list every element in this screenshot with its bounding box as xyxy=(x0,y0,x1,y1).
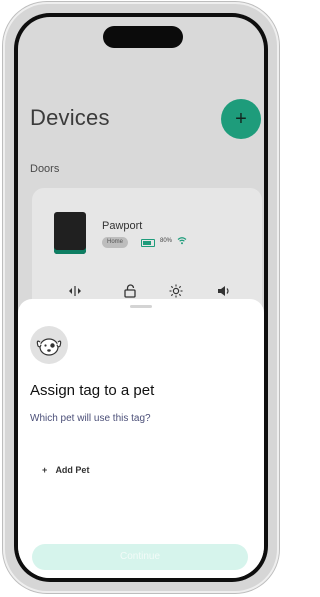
phone-screen: Devices + Doors Pawport Home 80% Assign … xyxy=(14,13,268,582)
add-pet-label: Add Pet xyxy=(55,465,90,475)
phone-frame: Devices + Doors Pawport Home 80% Assign … xyxy=(3,2,279,593)
sheet-subtitle: Which pet will use this tag? xyxy=(30,413,151,424)
add-pet-button[interactable]: + Add Pet xyxy=(42,465,89,475)
battery-percent: 80% xyxy=(160,238,173,244)
device-image xyxy=(54,212,86,254)
app-screen: Devices + Doors Pawport Home 80% Assign … xyxy=(18,17,264,578)
dynamic-island xyxy=(103,26,183,48)
device-name: Pawport xyxy=(102,220,143,232)
page-title: Devices xyxy=(30,105,110,130)
plus-icon: + xyxy=(42,465,48,475)
device-tag-badge: Home xyxy=(102,237,129,248)
sheet-title: Assign tag to a pet xyxy=(30,382,155,399)
sheet-grabber[interactable] xyxy=(130,305,152,308)
add-device-button[interactable]: + xyxy=(221,99,261,139)
plus-icon: + xyxy=(235,108,247,130)
section-label-doors: Doors xyxy=(30,163,60,175)
wifi-icon xyxy=(177,236,187,247)
battery-icon xyxy=(141,239,155,247)
assign-tag-sheet: Assign tag to a pet Which pet will use t… xyxy=(18,299,264,578)
dog-icon xyxy=(30,326,68,364)
continue-button[interactable]: Continue xyxy=(32,544,248,570)
